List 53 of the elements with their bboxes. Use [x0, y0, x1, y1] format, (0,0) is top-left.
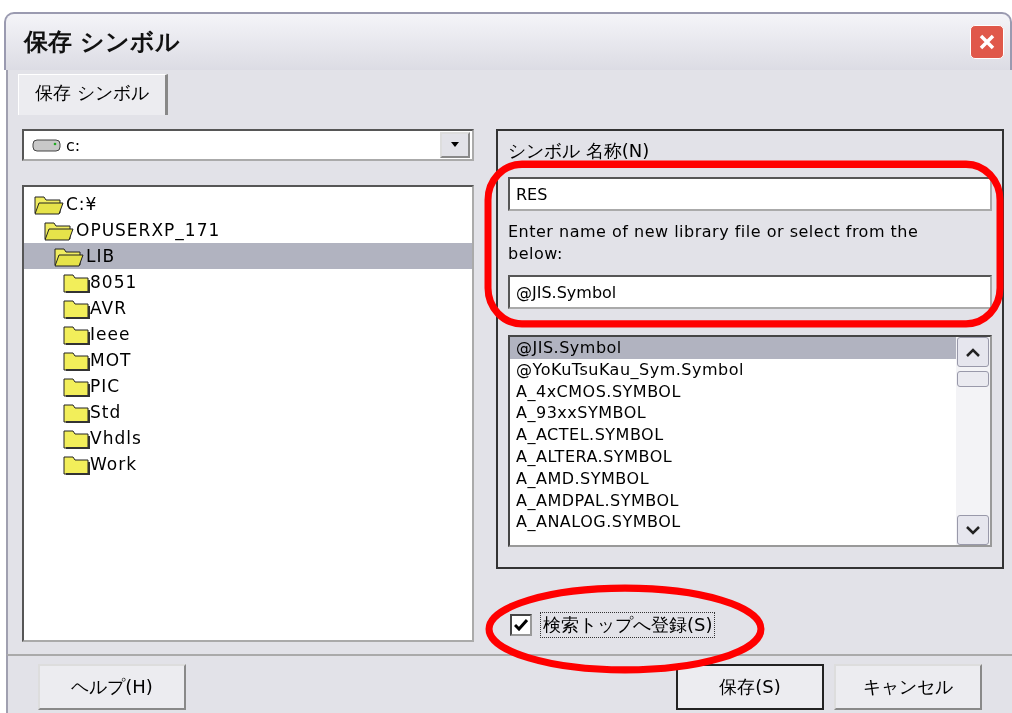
scroll-up-button[interactable] — [957, 337, 989, 367]
open-folder-icon — [32, 193, 66, 215]
dialog-button[interactable]: キャンセル — [834, 664, 982, 710]
window-title: 保存 シンボル — [24, 27, 181, 58]
folder-icon — [62, 375, 90, 397]
dialog-button[interactable]: 保存(S) — [676, 664, 824, 710]
folder-icon — [62, 271, 90, 293]
tree-item[interactable]: AVR — [24, 295, 472, 321]
folder-icon — [62, 453, 90, 475]
library-item[interactable]: @YoKuTsuKau_Sym.Symbol — [510, 358, 956, 381]
tree-item[interactable]: Ieee — [24, 321, 472, 347]
folder-icon — [62, 297, 90, 319]
symbol-name-field[interactable]: RES — [508, 177, 992, 211]
symbol-name-label: シンボル 名称(N) — [508, 139, 651, 163]
chevron-up-icon — [966, 347, 980, 357]
library-item[interactable]: A_4xCMOS.SYMBOL — [510, 380, 956, 403]
folder-icon — [62, 349, 90, 371]
tree-item[interactable]: OPUSERXP_171 — [24, 217, 472, 243]
folder-icon — [62, 401, 90, 423]
library-item[interactable]: A_AMDPAL.SYMBOL — [510, 489, 956, 512]
library-item[interactable]: A_ANALOG.SYMBOL — [510, 511, 956, 534]
caret-icon — [450, 142, 460, 148]
tab[interactable]: 保存 シンボル — [18, 74, 168, 115]
open-folder-icon — [42, 219, 76, 241]
tree-item[interactable]: PIC — [24, 373, 472, 399]
library-item[interactable]: A_93xxSYMBOL — [510, 402, 956, 425]
tree-item[interactable]: C:¥ — [24, 191, 472, 217]
checkmark-icon — [514, 619, 528, 631]
chevron-down-icon — [966, 525, 980, 535]
drive-dropdown[interactable]: c: — [22, 129, 474, 161]
open-folder-icon — [52, 245, 86, 267]
library-item[interactable]: A_AMD.SYMBOL — [510, 467, 956, 490]
checkbox-label: 検索トップへ登録(S) — [540, 612, 716, 638]
dialog-button[interactable]: ヘルプ(H) — [38, 664, 186, 710]
tree-item[interactable]: LIB — [24, 243, 472, 269]
library-hint: Enter name of new library file or select from the below: — [508, 221, 920, 265]
close-button[interactable] — [970, 25, 1004, 59]
library-item[interactable]: @JIS.Symbol — [510, 337, 956, 359]
drive-icon — [32, 137, 62, 153]
scroll-thumb[interactable] — [957, 371, 989, 387]
tree-item[interactable]: Vhdls — [24, 425, 472, 451]
scroll-down-button[interactable] — [957, 515, 989, 545]
folder-icon — [62, 427, 90, 449]
library-field[interactable]: @JIS.Symbol — [508, 275, 992, 309]
tree-item[interactable]: Std — [24, 399, 472, 425]
checkbox[interactable] — [510, 614, 532, 636]
scrollbar[interactable] — [956, 337, 990, 545]
tree-item[interactable]: 8051 — [24, 269, 472, 295]
library-item[interactable]: A_ALTERA.SYMBOL — [510, 446, 956, 468]
library-item[interactable]: A_ACTEL.SYMBOL — [510, 424, 956, 446]
tree-item[interactable]: Work — [24, 451, 472, 477]
tree-item[interactable]: MOT — [24, 347, 472, 373]
folder-icon — [62, 323, 90, 345]
